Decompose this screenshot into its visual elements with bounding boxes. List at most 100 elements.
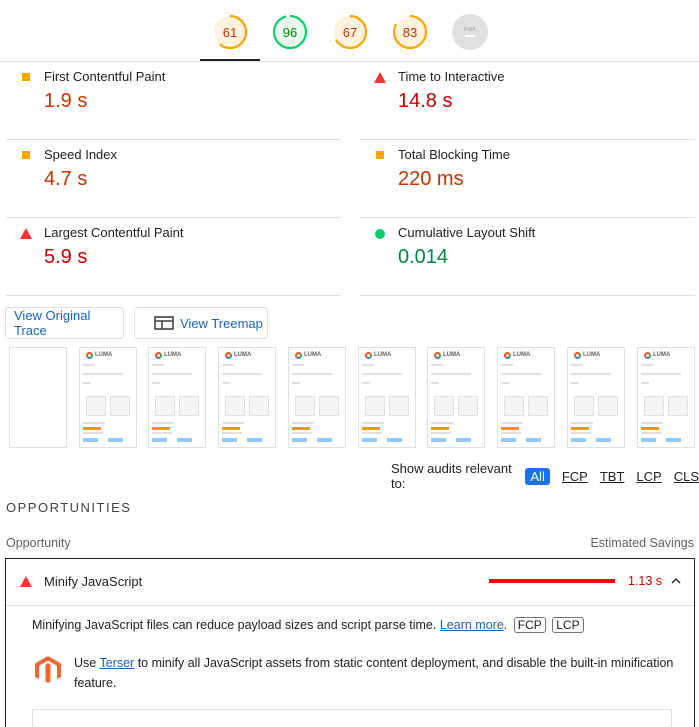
rating-stars-icon <box>571 427 589 430</box>
luma-logo-icon <box>644 352 651 359</box>
column-estimated-savings: Estimated Savings <box>590 536 694 550</box>
luma-logo-icon <box>504 352 511 359</box>
filmstrip-frame: LUMA <box>288 347 346 448</box>
learn-more-link[interactable]: Learn more <box>440 618 504 632</box>
pass-circle-icon <box>375 229 385 239</box>
luma-logo-icon <box>86 352 93 359</box>
filter-chip-lcp[interactable]: LCP <box>636 469 661 484</box>
metric-label: First Contentful Paint <box>44 69 166 84</box>
product-image-icon <box>434 396 454 416</box>
frame-brand: LUMA <box>583 352 601 358</box>
product-image-icon <box>528 396 548 416</box>
pwa-badge-icon: PWA <box>460 22 480 42</box>
rating-stars-icon <box>641 427 659 430</box>
luma-logo-icon <box>155 352 162 359</box>
metric-tbt: Total Blocking Time 220 ms <box>360 140 695 218</box>
frame-brand: LUMA <box>653 352 671 358</box>
treemap-icon <box>154 316 174 330</box>
best-practices-gauge[interactable]: 67 <box>332 14 368 50</box>
audit-header[interactable]: Minify JavaScript 1.13 s <box>6 559 694 606</box>
performance-score: 61 <box>222 24 238 40</box>
product-image-icon <box>668 396 688 416</box>
metric-value: 14.8 s <box>398 90 453 112</box>
seo-score: 83 <box>402 24 418 40</box>
metric-value: 1.9 s <box>44 90 88 112</box>
audit-description: Minifying JavaScript files can reduce pa… <box>32 617 584 633</box>
audit-title: Minify JavaScript <box>44 574 143 589</box>
luma-logo-icon <box>295 352 302 359</box>
product-image-icon <box>389 396 409 416</box>
frame-brand: LUMA <box>304 352 322 358</box>
product-image-icon <box>179 396 199 416</box>
rating-stars-icon <box>152 427 170 430</box>
product-image-icon <box>598 396 618 416</box>
rating-stars-icon <box>362 427 380 430</box>
product-image-icon <box>155 396 175 416</box>
frame-brand: LUMA <box>374 352 392 358</box>
filmstrip-frame <box>9 347 67 448</box>
audit-minify-javascript: Minify JavaScript 1.13 s Minifying JavaS… <box>5 558 695 727</box>
filmstrip-frame: LUMA <box>497 347 555 448</box>
product-image-icon <box>365 396 385 416</box>
rating-stars-icon <box>431 427 449 430</box>
product-image-icon <box>504 396 524 416</box>
filter-chip-cls[interactable]: CLS <box>674 469 699 484</box>
product-image-icon <box>225 396 245 416</box>
column-opportunity: Opportunity <box>6 536 71 550</box>
category-gauges: 61 96 67 83 PWA <box>0 0 699 62</box>
terser-link[interactable]: Terser <box>99 656 134 670</box>
filter-chip-all[interactable]: All <box>525 467 550 485</box>
frame-brand: LUMA <box>164 352 182 358</box>
fail-triangle-icon <box>374 72 386 83</box>
tag-fcp: FCP <box>513 617 546 633</box>
filmstrip-frame: LUMA <box>427 347 485 448</box>
metric-cls: Cumulative Layout Shift 0.014 <box>360 218 695 296</box>
metric-label: Speed Index <box>44 147 118 162</box>
filmstrip-frame: LUMA <box>567 347 625 448</box>
metric-value: 5.9 s <box>44 246 88 268</box>
stack-advice-text: Use Terser to minify all JavaScript asse… <box>74 656 674 690</box>
product-image-icon <box>319 396 339 416</box>
filmstrip-frame: LUMA <box>637 347 695 448</box>
audit-filter-bar: Show audits relevant to: All FCP TBT LCP… <box>391 461 699 491</box>
frame-brand: LUMA <box>95 352 113 358</box>
pwa-dash-icon <box>465 35 475 37</box>
chevron-up-icon[interactable] <box>670 576 682 586</box>
product-image-icon <box>295 396 315 416</box>
view-original-trace-button[interactable]: View Original Trace <box>5 307 124 339</box>
metric-si: Speed Index 4.7 s <box>6 140 341 218</box>
button-label: View Treemap <box>180 315 263 331</box>
metric-lcp: Largest Contentful Paint 5.9 s <box>6 218 341 296</box>
section-title: OPPORTUNITIES <box>6 500 132 515</box>
pwa-gauge[interactable]: PWA <box>452 14 488 50</box>
metric-value: 220 ms <box>398 168 464 190</box>
filmstrip-frame: LUMA <box>148 347 206 448</box>
filmstrip-frame: LUMA <box>79 347 137 448</box>
magento-logo-icon <box>35 656 61 683</box>
filter-chip-tbt[interactable]: TBT <box>600 469 625 484</box>
product-image-icon <box>249 396 269 416</box>
button-label: View Original Trace <box>14 308 91 338</box>
filter-chip-fcp[interactable]: FCP <box>562 469 588 484</box>
view-treemap-button[interactable]: View Treemap <box>134 307 268 339</box>
performance-gauge[interactable]: 61 <box>212 14 248 50</box>
luma-logo-icon <box>365 352 372 359</box>
fail-triangle-icon <box>20 228 32 239</box>
luma-logo-icon <box>574 352 581 359</box>
rating-stars-icon <box>292 427 310 430</box>
frame-brand: LUMA <box>513 352 531 358</box>
average-square-icon <box>22 73 30 81</box>
product-image-icon <box>644 396 664 416</box>
frame-brand: LUMA <box>234 352 252 358</box>
accessibility-gauge[interactable]: 96 <box>272 14 308 50</box>
average-square-icon <box>376 151 384 159</box>
product-image-icon <box>86 396 106 416</box>
fail-triangle-icon <box>20 576 32 587</box>
accessibility-score: 96 <box>282 24 298 40</box>
product-image-icon <box>458 396 478 416</box>
frame-brand: LUMA <box>443 352 461 358</box>
metric-label: Cumulative Layout Shift <box>398 225 536 240</box>
seo-gauge[interactable]: 83 <box>392 14 428 50</box>
savings-bar <box>489 579 615 583</box>
metric-label: Time to Interactive <box>398 69 505 84</box>
